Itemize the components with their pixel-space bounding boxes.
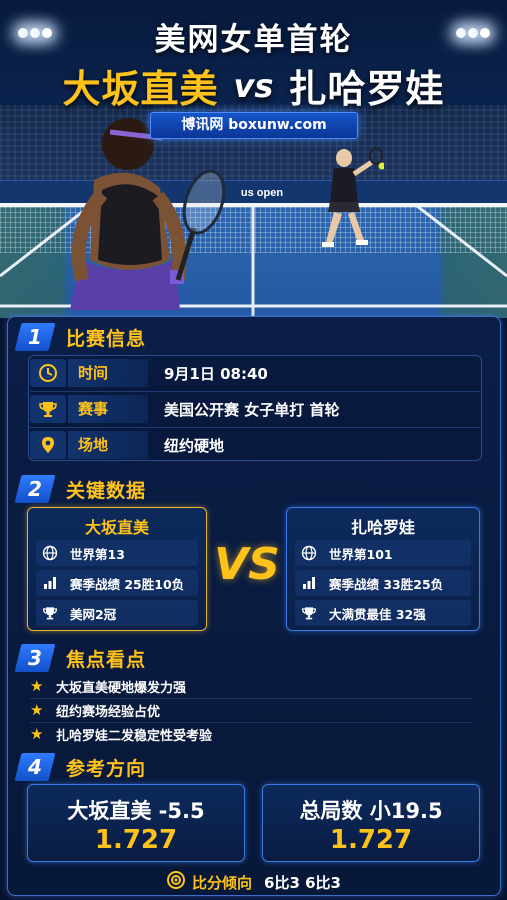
player2-stats-card: 扎哈罗娃 世界第101 赛季战绩 33胜25负 大满贯最佳 32强: [286, 507, 480, 631]
highlight-text: 扎哈罗娃二发稳定性受考验: [56, 728, 213, 744]
info-row-venue: 场地 纽约硬地: [30, 429, 480, 461]
section-title: 焦点看点: [66, 648, 147, 671]
section-highlights-header: 3 焦点看点: [14, 643, 147, 673]
us-open-logo: us open: [240, 187, 284, 199]
player2-name: 扎哈罗娃: [288, 67, 445, 111]
bar-chart-icon: [295, 575, 323, 591]
section-number-badge: 2: [14, 475, 56, 503]
section-number-badge: 1: [14, 323, 56, 351]
player1-card-name: 大坂直美: [84, 518, 149, 537]
bar-chart-icon: [36, 575, 64, 591]
location-pin-icon: [30, 431, 66, 459]
stat-text: 世界第101: [329, 546, 393, 562]
matchup-headline: 大坂直美 vs 扎哈罗娃: [0, 58, 507, 112]
info-value: 美国公开赛 女子单打 首轮: [164, 400, 340, 419]
stat-row-season: 赛季战绩 25胜10负: [36, 570, 198, 596]
page-title: 美网女单首轮: [154, 22, 353, 58]
section-title: 关键数据: [66, 479, 147, 502]
stat-text: 赛季战绩 25胜10负: [70, 576, 185, 592]
info-label: 赛事: [68, 395, 148, 423]
stat-row-titles: 美网2冠: [36, 600, 198, 626]
globe-icon: [295, 545, 323, 561]
section-match-info-header: 1 比赛信息: [14, 322, 147, 352]
total-games-pick-card: 总局数 小19.5 1.727: [262, 784, 480, 862]
section-number: 4: [28, 755, 42, 779]
star-icon: ★: [30, 701, 44, 719]
divider: [30, 427, 480, 428]
osaka-player-figure: [70, 118, 226, 310]
source-link[interactable]: 博讯网 boxunw.com: [150, 112, 358, 139]
target-icon: [166, 870, 186, 894]
section-title: 比赛信息: [66, 327, 147, 350]
stat-row-season: 赛季战绩 33胜25负: [295, 570, 471, 596]
info-row-time: 时间 9月1日 08:40: [30, 357, 480, 389]
handicap-pick-card: 大坂直美 -5.5 1.727: [27, 784, 245, 862]
section-reference-header: 4 参考方向: [14, 752, 147, 782]
stat-text: 大满贯最佳 32强: [329, 606, 426, 622]
section-number: 2: [28, 477, 42, 501]
vs-label: vs: [233, 66, 274, 105]
trophy-icon: [295, 605, 323, 621]
tendency-label: 比分倾向: [192, 873, 253, 892]
stat-row-best: 大满贯最佳 32强: [295, 600, 471, 626]
trophy-icon: [36, 605, 64, 621]
section-number-badge: 4: [14, 753, 56, 781]
star-icon: ★: [30, 677, 44, 695]
info-label: 场地: [68, 431, 148, 459]
info-value: 纽约硬地: [164, 436, 225, 455]
info-value: 9月1日 08:40: [164, 364, 268, 383]
opponent-player-figure: [322, 147, 384, 247]
highlight-text: 大坂直美硬地爆发力强: [56, 680, 187, 696]
stat-row-ranking: 世界第13: [36, 540, 198, 566]
highlight-item: ★ 扎哈罗娃二发稳定性受考验: [30, 723, 212, 745]
highlight-item: ★ 大坂直美硬地爆发力强: [30, 675, 186, 697]
section-number: 3: [28, 646, 42, 670]
player1-name: 大坂直美: [62, 67, 219, 111]
stat-text: 美网2冠: [70, 606, 117, 622]
tendency-value: 6比3 6比3: [264, 873, 341, 892]
info-label: 时间: [68, 359, 148, 387]
highlight-item: ★ 纽约赛场经验占优: [30, 699, 160, 721]
star-icon: ★: [30, 725, 44, 743]
hero-banner: us open 美网女单首轮 大坂直美 vs 扎哈罗娃 博讯网 boxunw.c…: [0, 0, 507, 318]
player1-stats-card: 大坂直美 世界第13 赛季战绩 25胜10负 美网2冠: [27, 507, 207, 631]
pick-title: 大坂直美 -5.5: [67, 799, 205, 823]
stat-text: 世界第13: [70, 546, 125, 562]
info-row-event: 赛事 美国公开赛 女子单打 首轮: [30, 393, 480, 425]
score-tendency: 比分倾向 6比3 6比3: [0, 870, 507, 894]
section-title: 参考方向: [66, 757, 147, 780]
divider: [30, 391, 480, 392]
vs-emblem: VS: [214, 539, 280, 590]
section-number-badge: 3: [14, 644, 56, 672]
pick-odds: 1.727: [329, 825, 413, 855]
pick-title: 总局数 小19.5: [299, 799, 443, 823]
section-key-data-header: 2 关键数据: [14, 474, 147, 504]
globe-icon: [36, 545, 64, 561]
highlight-text: 纽约赛场经验占优: [56, 704, 161, 720]
player2-card-name: 扎哈罗娃: [350, 518, 415, 537]
stat-row-ranking: 世界第101: [295, 540, 471, 566]
pick-odds: 1.727: [94, 825, 178, 855]
trophy-icon: [30, 395, 66, 423]
stat-text: 赛季战绩 33胜25负: [329, 576, 444, 592]
clock-icon: [30, 359, 66, 387]
section-number: 1: [28, 325, 42, 349]
